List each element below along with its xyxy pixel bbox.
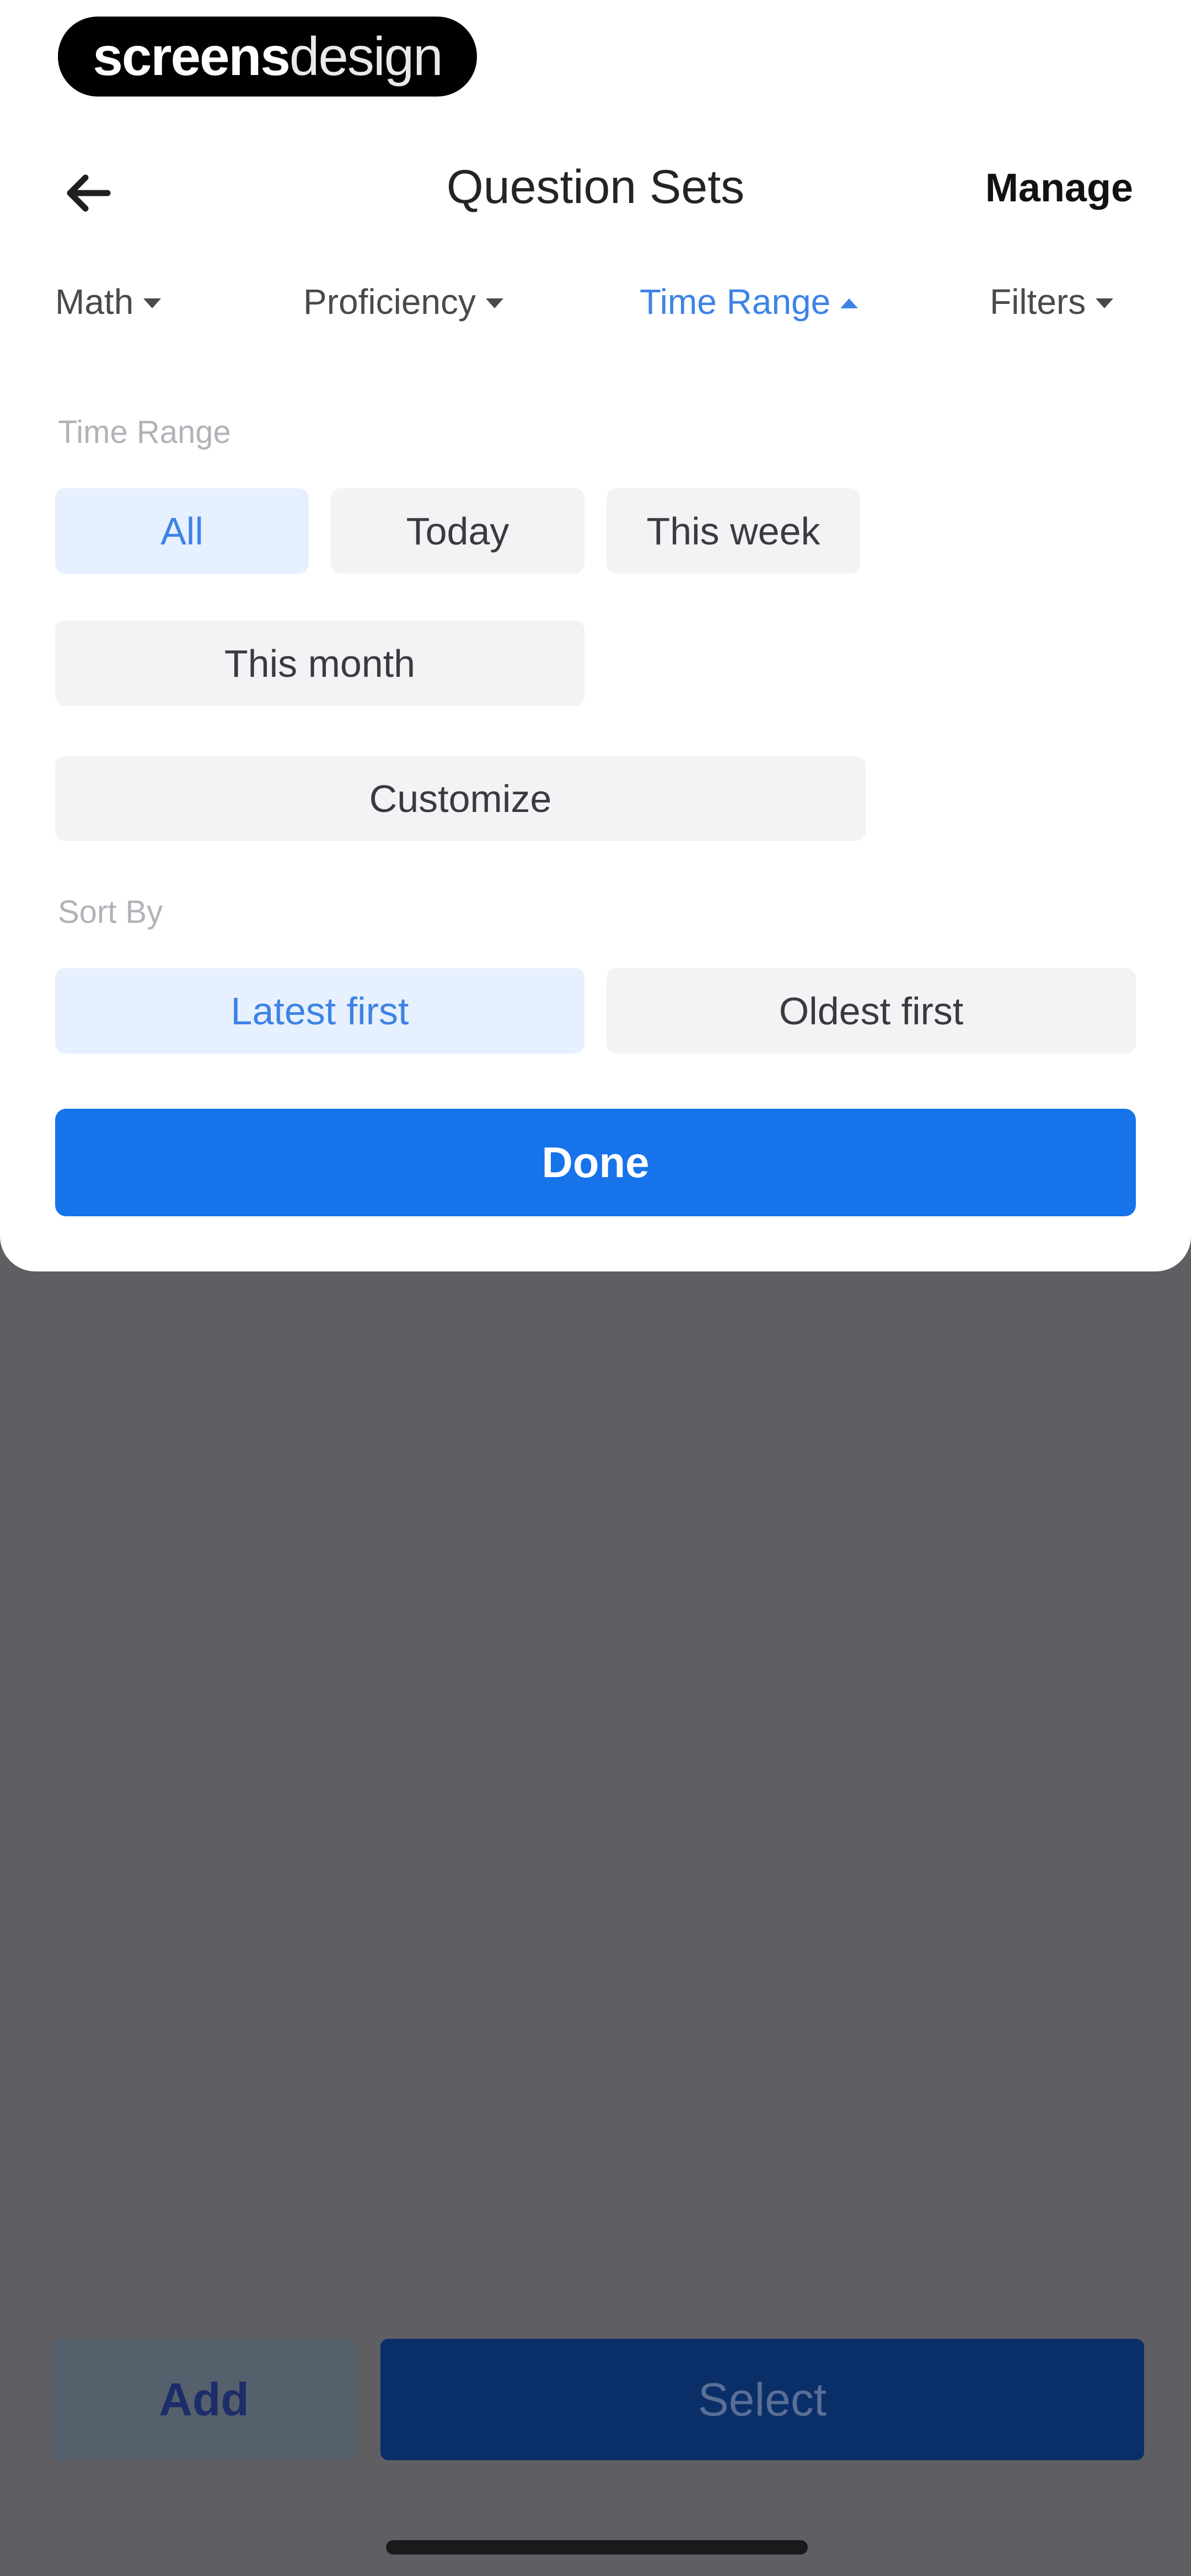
filter-tab-label: Math [55, 282, 134, 322]
caret-down-icon [143, 298, 162, 308]
filter-tabs: Math Proficiency Time Range Filters [0, 281, 1191, 336]
filter-tab-time-range[interactable]: Time Range [640, 281, 859, 322]
caret-up-icon [840, 298, 859, 308]
filter-sheet: screens design Question Sets Manage Math … [0, 0, 1191, 1271]
filter-tab-proficiency[interactable]: Proficiency [303, 281, 503, 322]
time-option-this-week[interactable]: This week [607, 488, 860, 574]
filter-tab-filters[interactable]: Filters [990, 281, 1114, 322]
brand-logo-part1: screens [93, 26, 291, 87]
time-option-today[interactable]: Today [331, 488, 584, 574]
time-range-heading: Time Range [58, 414, 231, 450]
caret-down-icon [1096, 298, 1114, 308]
select-button: Select [380, 2339, 1144, 2460]
manage-button[interactable]: Manage [985, 165, 1133, 211]
time-option-customize[interactable]: Customize [55, 756, 866, 841]
sort-option-latest-first[interactable]: Latest first [55, 968, 584, 1054]
home-indicator [386, 2540, 808, 2554]
caret-down-icon [486, 298, 503, 308]
time-option-this-month[interactable]: This month [55, 621, 584, 706]
filter-tab-label: Filters [990, 282, 1086, 322]
filter-tab-label: Time Range [640, 282, 831, 322]
sort-option-oldest-first[interactable]: Oldest first [607, 968, 1136, 1054]
brand-logo: screens design [58, 17, 477, 97]
brand-logo-part2: design [289, 26, 443, 87]
sort-by-heading: Sort By [58, 894, 163, 930]
done-button[interactable]: Done [55, 1109, 1136, 1216]
time-option-all[interactable]: All [55, 488, 309, 574]
add-button: Add [52, 2339, 356, 2460]
filter-tab-math[interactable]: Math [55, 281, 162, 322]
filter-tab-label: Proficiency [303, 282, 476, 322]
